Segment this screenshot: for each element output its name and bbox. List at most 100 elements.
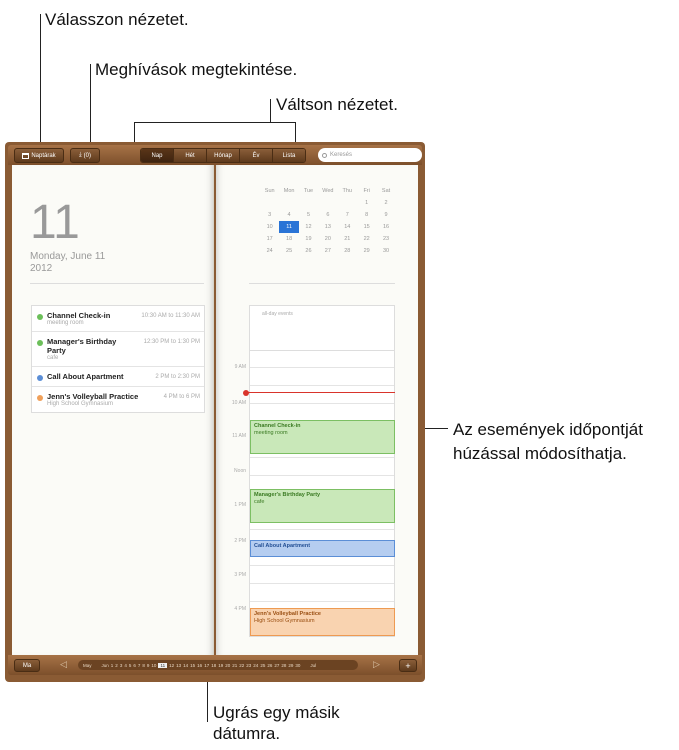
today-button[interactable]: Ma	[14, 659, 40, 672]
prev-arrow-icon[interactable]: ◁	[60, 659, 67, 670]
search-input[interactable]: Keresés	[318, 148, 422, 162]
mini-calendar-day[interactable]: 6	[318, 209, 337, 221]
current-time-line	[248, 392, 395, 393]
mini-calendar-day[interactable]: 12	[299, 221, 318, 233]
next-arrow-icon[interactable]: ▷	[373, 659, 380, 670]
date-scrubber-day[interactable]: 5	[129, 663, 132, 668]
event-location: cafe	[47, 355, 59, 361]
mini-calendar-day[interactable]: 3	[260, 209, 279, 221]
event-block[interactable]: Call About Apartment	[250, 540, 395, 557]
mini-calendar-day[interactable]: 26	[299, 245, 318, 257]
mini-calendar-day[interactable]: 9	[376, 209, 395, 221]
date-scrubber-day[interactable]: 14	[183, 663, 188, 668]
mini-calendar-day[interactable]: 14	[338, 221, 357, 233]
mini-calendar-day[interactable]: 29	[357, 245, 376, 257]
date-scrubber-day[interactable]: 30	[295, 663, 300, 668]
callout-view-invitations: Meghívások megtekintése.	[95, 60, 298, 79]
hour-line	[250, 601, 394, 602]
date-scrubber-day[interactable]: 19	[218, 663, 223, 668]
date-scrubber-day[interactable]: 11	[158, 662, 168, 668]
month-label-current[interactable]: Jun	[102, 663, 109, 668]
mini-calendar-day[interactable]: 7	[338, 209, 357, 221]
date-scrubber-day[interactable]: 18	[211, 663, 216, 668]
mini-calendar-day[interactable]: 8	[357, 209, 376, 221]
date-scrubber-day[interactable]: 7	[138, 663, 141, 668]
mini-calendar-day[interactable]: 22	[357, 233, 376, 245]
date-scrubber-day[interactable]: 6	[133, 663, 136, 668]
date-scrubber-day[interactable]: 3	[120, 663, 123, 668]
calendar-color-dot	[37, 340, 43, 346]
date-scrubber-day[interactable]: 16	[197, 663, 202, 668]
all-day-section: all-day events	[249, 305, 395, 351]
date-scrubber[interactable]: May Jun 1 2 3 4 5 6 7 8 9 10 11 12 13 14 15 16 17 18 19 20 2…	[78, 660, 358, 670]
calendars-button[interactable]: Naptárak	[14, 148, 64, 163]
mini-calendar-day[interactable]: 17	[260, 233, 279, 245]
list-item[interactable]: Jenn's Volleyball Practice High School G…	[32, 387, 204, 412]
date-scrubber-day[interactable]: 22	[239, 663, 244, 668]
event-block[interactable]: Jenn's Volleyball Practice High School G…	[250, 608, 395, 636]
weekday-label: Tue	[303, 188, 314, 194]
date-scrubber-day[interactable]: 28	[281, 663, 286, 668]
mini-calendar-day[interactable]: 20	[318, 233, 337, 245]
mini-calendar-day[interactable]: 25	[279, 245, 298, 257]
date-scrubber-day[interactable]: 9	[147, 663, 150, 668]
date-scrubber-day[interactable]: 26	[267, 663, 272, 668]
date-scrubber-day[interactable]: 1	[111, 663, 114, 668]
date-scrubber-day[interactable]: 8	[142, 663, 145, 668]
mini-calendar-day[interactable]: 24	[260, 245, 279, 257]
date-scrubber-day[interactable]: 15	[190, 663, 195, 668]
date-scrubber-day[interactable]: 29	[288, 663, 293, 668]
mini-calendar-day[interactable]: 1	[357, 197, 376, 209]
mini-calendar-day[interactable]: 28	[338, 245, 357, 257]
callout-line	[270, 99, 271, 122]
date-scrubber-day[interactable]: 23	[246, 663, 251, 668]
mini-calendar-day[interactable]: 18	[279, 233, 298, 245]
date-scrubber-day[interactable]: 10	[151, 663, 156, 668]
mini-calendar-day[interactable]: 15	[357, 221, 376, 233]
mini-calendar-week: 12	[260, 197, 396, 209]
mini-calendar-day[interactable]: 27	[318, 245, 337, 257]
date-scrubber-day[interactable]: 2	[115, 663, 118, 668]
date-scrubber-day[interactable]: 4	[124, 663, 127, 668]
date-scrubber-day[interactable]: 24	[253, 663, 258, 668]
tab-year[interactable]: Év	[240, 149, 273, 162]
list-item[interactable]: Channel Check-in meeting room 10:30 AM t…	[32, 306, 204, 332]
mini-calendar-day[interactable]: 19	[299, 233, 318, 245]
invitations-button[interactable]: ⤓ (0)	[70, 148, 100, 163]
date-scrubber-day[interactable]: 25	[260, 663, 265, 668]
list-item[interactable]: Manager's Birthday Party cafe 12:30 PM t…	[32, 332, 204, 367]
list-item[interactable]: Call About Apartment 2 PM to 2:30 PM	[32, 367, 204, 387]
mini-calendar-week: 24 25 26 27 28 29 30	[260, 245, 396, 257]
date-scrubber-day[interactable]: 13	[176, 663, 181, 668]
date-scrubber-day[interactable]: 21	[232, 663, 237, 668]
hour-label: Noon	[234, 468, 246, 474]
tab-week[interactable]: Hét	[174, 149, 207, 162]
add-event-button[interactable]: +	[399, 659, 417, 672]
mini-calendar-day[interactable]: 4	[279, 209, 298, 221]
mini-calendar-day[interactable]: 5	[299, 209, 318, 221]
invitations-count: (0)	[83, 152, 91, 159]
mini-calendar-today[interactable]: 11	[279, 221, 299, 233]
mini-calendar-day[interactable]: 16	[376, 221, 395, 233]
tab-month[interactable]: Hónap	[207, 149, 240, 162]
mini-calendar-day	[338, 197, 357, 209]
tab-list[interactable]: Lista	[273, 149, 305, 162]
date-scrubber-day[interactable]: 17	[204, 663, 209, 668]
month-label-prev[interactable]: May	[83, 663, 92, 668]
callout-drag-events: Az események időpontját húzással módosít…	[453, 418, 643, 466]
event-block[interactable]: Manager's Birthday Party cafe	[250, 489, 395, 523]
date-scrubber-day[interactable]: 27	[274, 663, 279, 668]
event-block[interactable]: Channel Check-in meeting room	[250, 420, 395, 454]
mini-calendar-day[interactable]: 23	[376, 233, 395, 245]
mini-calendar-day[interactable]: 10	[260, 221, 279, 233]
date-scrubber-day[interactable]: 12	[169, 663, 174, 668]
mini-calendar-day[interactable]: 21	[338, 233, 357, 245]
tab-day[interactable]: Nap	[141, 149, 174, 162]
date-scrubber-day[interactable]: 20	[225, 663, 230, 668]
hour-label: 2 PM	[234, 538, 246, 544]
event-block-title: Channel Check-in	[254, 423, 301, 429]
month-label-next[interactable]: Jul	[310, 663, 316, 668]
mini-calendar-day[interactable]: 30	[376, 245, 395, 257]
mini-calendar-day[interactable]: 13	[318, 221, 337, 233]
mini-calendar-day[interactable]: 2	[376, 197, 395, 209]
